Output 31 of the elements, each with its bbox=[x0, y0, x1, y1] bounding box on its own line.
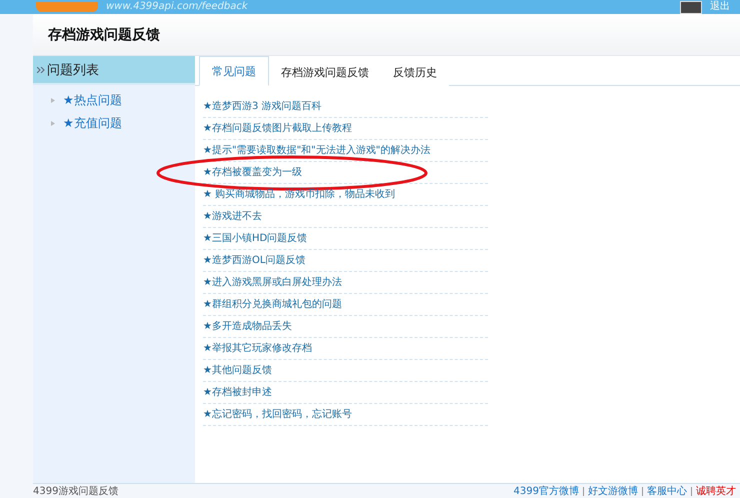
footer-link[interactable]: 诚聘英才 bbox=[696, 484, 736, 498]
sidebar-item[interactable]: ★热点问题 bbox=[33, 89, 195, 112]
question-link[interactable]: ★进入游戏黑屏或白屏处理办法 bbox=[203, 272, 488, 294]
question-link[interactable]: ★造梦西游OL问题反馈 bbox=[203, 250, 488, 272]
question-link[interactable]: ★群组积分兑换商城礼包的问题 bbox=[203, 294, 488, 316]
footer-link[interactable]: 客服中心 bbox=[647, 484, 687, 498]
triangle-icon bbox=[51, 98, 55, 103]
page-title: 存档游戏问题反馈 bbox=[48, 26, 160, 44]
question-link[interactable]: ★提示"需要读取数据"和"无法进入游戏"的解决办法 bbox=[203, 140, 488, 162]
question-link[interactable]: ★忘记密码，找回密码，忘记账号 bbox=[203, 404, 488, 426]
question-link[interactable]: ★举报其它玩家修改存档 bbox=[203, 338, 488, 360]
question-link[interactable]: ★游戏进不去 bbox=[203, 206, 488, 228]
question-link[interactable]: ★造梦西游3 游戏问题百科 bbox=[203, 96, 488, 118]
triangle-icon bbox=[51, 121, 55, 126]
sidebar-item[interactable]: ★充值问题 bbox=[33, 112, 195, 135]
footer-link[interactable]: 好文游微博 bbox=[588, 484, 638, 498]
logo bbox=[36, 2, 98, 12]
footer-text: 4399游戏问题反馈 bbox=[33, 484, 118, 498]
site-url: www.4399api.com/feedback bbox=[106, 1, 248, 13]
question-link[interactable]: ★存档被封申述 bbox=[203, 382, 488, 404]
question-link[interactable]: ★ 购买商城物品，游戏币扣除，物品未收到 bbox=[203, 184, 488, 206]
question-link[interactable]: ★三国小镇HD问题反馈 bbox=[203, 228, 488, 250]
sidebar-title: 问题列表 bbox=[47, 62, 99, 78]
question-link[interactable]: ★多开造成物品丢失 bbox=[203, 316, 488, 338]
question-link[interactable]: ★存档被覆盖变为一级 bbox=[203, 162, 488, 184]
footer-link[interactable]: 4399官方微博 bbox=[514, 484, 579, 498]
double-chevron-icon bbox=[37, 66, 45, 72]
avatar bbox=[680, 0, 702, 14]
question-link[interactable]: ★存档问题反馈图片截取上传教程 bbox=[203, 118, 488, 140]
tab[interactable]: 常见问题 bbox=[199, 56, 269, 86]
question-link[interactable]: ★其他问题反馈 bbox=[203, 360, 488, 382]
